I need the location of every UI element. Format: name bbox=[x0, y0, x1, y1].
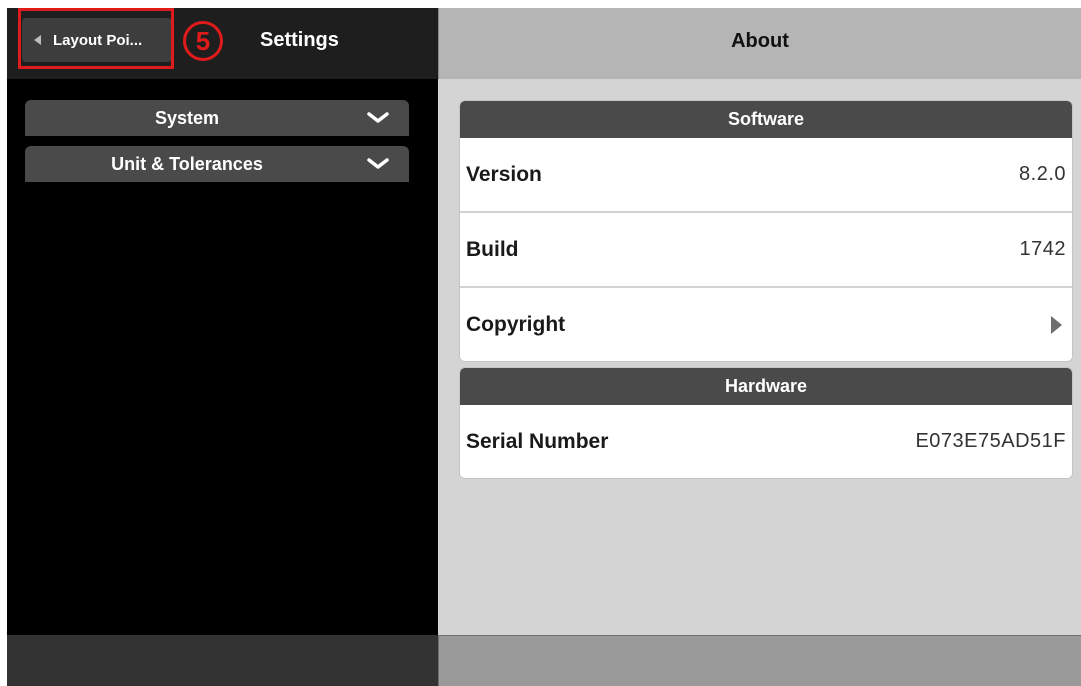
left-header-bar: Layout Poi... 5 Settings bbox=[7, 8, 438, 79]
section-system-label: System bbox=[154, 108, 220, 128]
section-unit-tolerances-label: Unit & Tolerances bbox=[111, 154, 263, 174]
chevron-right-icon bbox=[1051, 316, 1062, 334]
serial-number-label: Serial Number bbox=[466, 430, 609, 453]
copyright-row[interactable]: Copyright bbox=[460, 288, 1072, 361]
settings-left-pane: Layout Poi... 5 Settings System Unit & T… bbox=[7, 8, 438, 686]
page-title: Settings bbox=[260, 29, 339, 51]
build-label: Build bbox=[466, 238, 519, 261]
section-system[interactable]: System bbox=[25, 100, 409, 136]
software-group: Software Version 8.2.0 Build 1742 Copyri… bbox=[459, 100, 1073, 362]
hardware-header: Hardware bbox=[460, 368, 1072, 405]
build-row: Build 1742 bbox=[460, 213, 1072, 288]
right-header-bar: About bbox=[438, 8, 1081, 79]
settings-app: Layout Poi... 5 Settings System Unit & T… bbox=[7, 8, 1081, 686]
about-title: About bbox=[731, 30, 789, 52]
chevron-down-icon bbox=[367, 112, 389, 123]
version-row: Version 8.2.0 bbox=[460, 138, 1072, 213]
hardware-group: Hardware Serial Number E073E75AD51F bbox=[459, 367, 1073, 479]
software-header: Software bbox=[460, 101, 1072, 138]
build-value: 1742 bbox=[1019, 238, 1066, 260]
copyright-label: Copyright bbox=[466, 313, 566, 336]
version-label: Version bbox=[466, 163, 542, 186]
version-value: 8.2.0 bbox=[1019, 163, 1066, 185]
right-footer-bar bbox=[438, 635, 1081, 686]
section-unit-tolerances[interactable]: Unit & Tolerances bbox=[25, 146, 409, 182]
step-number-badge: 5 bbox=[183, 21, 223, 61]
chevron-down-icon bbox=[367, 158, 389, 169]
annotation-highlight-box bbox=[18, 8, 174, 69]
serial-number-row: Serial Number E073E75AD51F bbox=[460, 405, 1072, 478]
left-footer-bar bbox=[7, 635, 438, 686]
serial-number-value: E073E75AD51F bbox=[915, 430, 1066, 452]
about-right-pane: About Software Version 8.2.0 Build 1742 … bbox=[438, 8, 1081, 686]
